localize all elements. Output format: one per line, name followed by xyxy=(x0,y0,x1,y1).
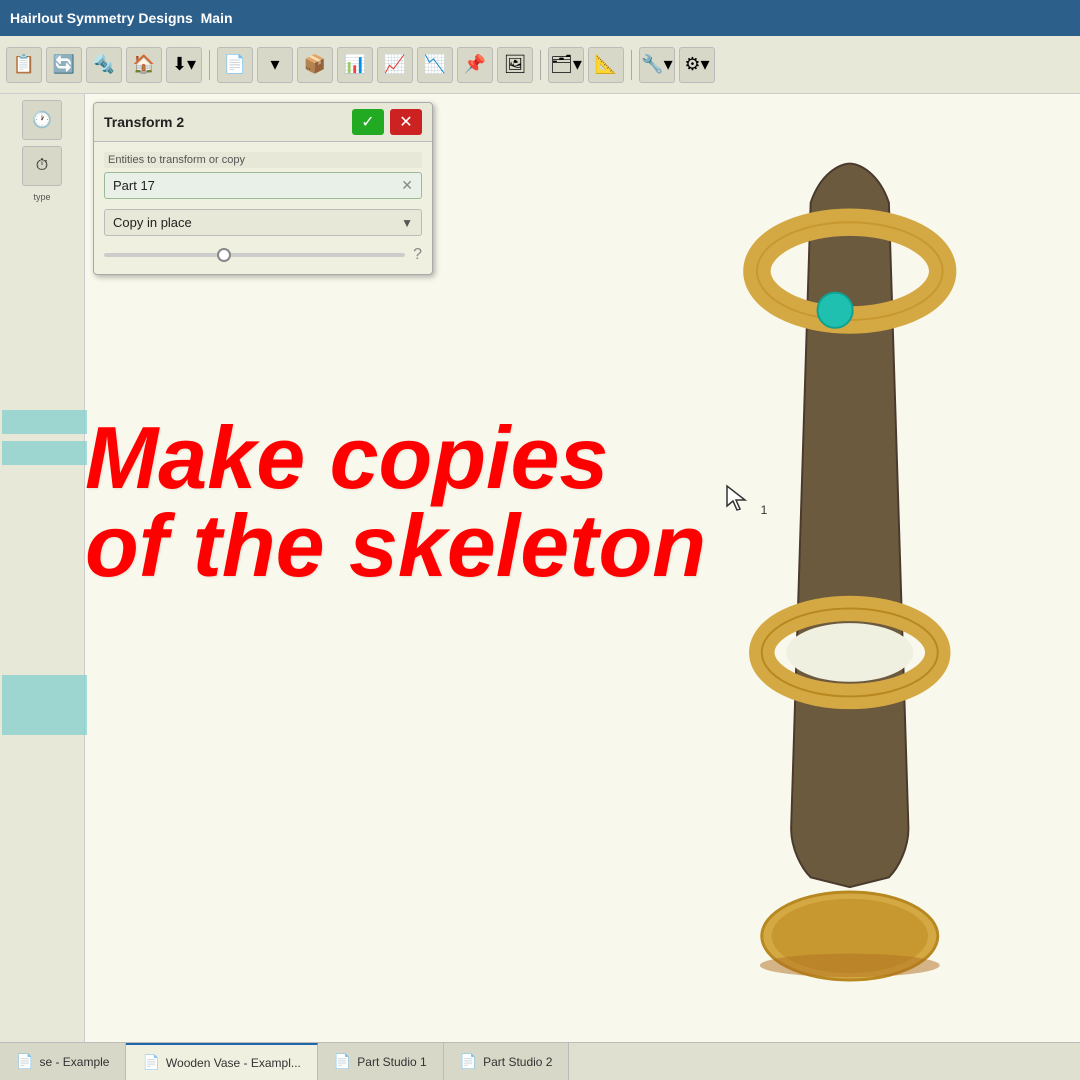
tab-2-icon: 📄 xyxy=(334,1053,351,1070)
viewport[interactable]: Transform 2 ✓ ✕ Entities to transform or… xyxy=(85,94,1080,1042)
toolbar-icon-10[interactable]: 📈 xyxy=(377,47,413,83)
transform-dialog: Transform 2 ✓ ✕ Entities to transform or… xyxy=(93,102,433,275)
teal-highlight xyxy=(818,293,853,328)
toolbar-icon-11[interactable]: 📉 xyxy=(417,47,453,83)
transform-dialog-header: Transform 2 ✓ ✕ xyxy=(94,103,432,142)
transform-dialog-title: Transform 2 xyxy=(104,114,184,130)
toolbar: 📋 🔄 🔩 🏠 ⬇▾ 📄 ▾ 📦 📊 📈 📉 📌 🖼 🗂▾ 📐 🔧▾ ⚙▾ xyxy=(0,36,1080,94)
cursor-number: 1 xyxy=(761,503,768,517)
tab-3-label: Part Studio 2 xyxy=(483,1055,552,1069)
feature-bar-1[interactable] xyxy=(2,410,87,434)
bottom-shadow xyxy=(760,954,940,977)
copy-mode-dropdown[interactable]: Copy in place ▼ xyxy=(104,209,422,236)
main-area: 🕐 ⏱ type Transform 2 ✓ ✕ En xyxy=(0,94,1080,1042)
overlay-line2: of the skeleton xyxy=(85,502,706,590)
tab-1[interactable]: 📄 Wooden Vase - Exampl... xyxy=(126,1043,317,1080)
toolbar-icon-6[interactable]: 📄 xyxy=(217,47,253,83)
entities-input-row[interactable]: Part 17 ✕ xyxy=(104,172,422,199)
toolbar-icon-3[interactable]: 🔩 xyxy=(86,47,122,83)
entities-value: Part 17 xyxy=(113,178,397,193)
toolbar-icon-7[interactable]: ▾ xyxy=(257,47,293,83)
tab-1-icon: 📄 xyxy=(142,1054,159,1071)
toolbar-icon-13[interactable]: 🖼 xyxy=(497,47,533,83)
entities-field-label: Entities to transform or copy xyxy=(104,152,422,168)
toolbar-icon-17[interactable]: ⚙▾ xyxy=(679,47,715,83)
dropdown-arrow-icon: ▼ xyxy=(401,216,413,230)
toolbar-icon-4[interactable]: 🏠 xyxy=(126,47,162,83)
cancel-button[interactable]: ✕ xyxy=(390,109,422,135)
left-sidebar: 🕐 ⏱ type xyxy=(0,94,85,1042)
copy-mode-label: Copy in place xyxy=(113,215,192,230)
bottom-tabs: 📄 se - Example 📄 Wooden Vase - Exampl...… xyxy=(0,1042,1080,1080)
toolbar-icon-1[interactable]: 📋 xyxy=(6,47,42,83)
tab-1-label: Wooden Vase - Exampl... xyxy=(166,1056,301,1070)
toolbar-icon-15[interactable]: 📐 xyxy=(588,47,624,83)
tab-3-icon: 📄 xyxy=(460,1053,477,1070)
help-icon[interactable]: ? xyxy=(413,246,422,264)
transform-dialog-body: Entities to transform or copy Part 17 ✕ … xyxy=(94,142,432,274)
toolbar-separator-3 xyxy=(631,50,632,80)
slider-track[interactable] xyxy=(104,253,405,257)
toolbar-icon-8[interactable]: 📦 xyxy=(297,47,333,83)
feature-bar-2[interactable] xyxy=(2,441,87,465)
toolbar-icon-2[interactable]: 🔄 xyxy=(46,47,82,83)
tab-0-icon: 📄 xyxy=(16,1053,33,1070)
back-panel xyxy=(791,164,908,888)
overlay-line1: Make copies xyxy=(85,414,706,502)
transform-dialog-buttons: ✓ ✕ xyxy=(352,109,422,135)
toolbar-icon-9[interactable]: 📊 xyxy=(337,47,373,83)
entities-field-group: Entities to transform or copy Part 17 ✕ xyxy=(104,152,422,199)
tab-0[interactable]: 📄 se - Example xyxy=(0,1043,126,1080)
overlay-text: Make copies of the skeleton xyxy=(85,414,706,590)
entities-clear-icon[interactable]: ✕ xyxy=(401,177,413,194)
toolbar-icon-5[interactable]: ⬇▾ xyxy=(166,47,202,83)
model-svg xyxy=(650,144,1030,1024)
app-subtitle: Main xyxy=(201,10,233,26)
app-title: Hairlout Symmetry Designs xyxy=(10,10,193,26)
tab-0-label: se - Example xyxy=(39,1055,109,1069)
feature-bar-3[interactable] xyxy=(2,675,87,735)
slider-thumb[interactable] xyxy=(217,248,231,262)
confirm-button[interactable]: ✓ xyxy=(352,109,384,135)
middle-ring-inner xyxy=(786,623,913,682)
tab-3[interactable]: 📄 Part Studio 2 xyxy=(444,1043,570,1080)
cursor-indicator: 1 xyxy=(725,484,767,517)
titlebar: Hairlout Symmetry Designs Main xyxy=(0,0,1080,36)
toolbar-icon-14[interactable]: 🗂▾ xyxy=(548,47,584,83)
sidebar-clock-icon[interactable]: 🕐 xyxy=(22,100,62,140)
toolbar-icon-12[interactable]: 📌 xyxy=(457,47,493,83)
toolbar-separator-2 xyxy=(540,50,541,80)
toolbar-separator-1 xyxy=(209,50,210,80)
slider-row: ? xyxy=(104,246,422,264)
tab-2-label: Part Studio 1 xyxy=(357,1055,426,1069)
tab-2[interactable]: 📄 Part Studio 1 xyxy=(318,1043,444,1080)
sidebar-type-label: type xyxy=(33,192,50,202)
toolbar-icon-16[interactable]: 🔧▾ xyxy=(639,47,675,83)
sidebar-timer-icon[interactable]: ⏱ xyxy=(22,146,62,186)
